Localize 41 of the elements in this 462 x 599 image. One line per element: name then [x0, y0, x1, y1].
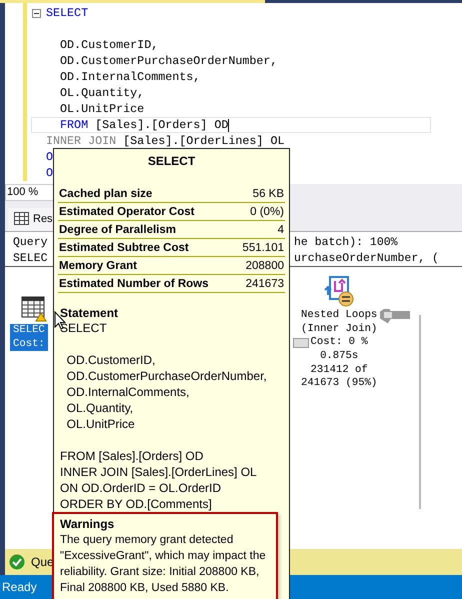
statement-line: OD.CustomerID, [66, 352, 156, 368]
code-line: O [46, 150, 54, 164]
code-line: OD.InternalComments, [59, 70, 200, 84]
property-label: Estimated Number of Rows [59, 278, 209, 290]
property-value: 551.101 [242, 242, 284, 254]
code-line: OD.CustomerPurchaseOrderNumber, [59, 54, 278, 68]
status-text: Ready [2, 580, 37, 594]
statement-line: OL.UnitPrice [66, 416, 136, 432]
property-label: Cached plan size [59, 188, 152, 200]
message-text: Query [13, 236, 49, 249]
property-label: Degree of Parallelism [59, 224, 176, 236]
statement-line: ON OD.OrderID = OL.OrderID [60, 480, 222, 496]
code-line: INNER JOIN [Sales].[OrderLines] OL [46, 134, 284, 148]
code-line: FROM [Sales].[Orders] OD [59, 118, 228, 132]
section-heading: Warnings [60, 516, 116, 532]
code-line: O [46, 166, 54, 180]
statement-line: OD.CustomerPurchaseOrderNumber, [66, 368, 268, 384]
property-value: 208800 [246, 260, 284, 272]
code-line: OL.UnitPrice [59, 102, 144, 116]
statement-line: SELECT [60, 320, 108, 336]
property-value: 0 (0%) [250, 206, 284, 218]
property-label: Estimated Operator Cost [59, 206, 194, 218]
code-line: SELECT [46, 6, 88, 20]
statement-line: OD.InternalComments, [66, 384, 190, 400]
warning-text: The query memory grant detected "ExcessiveGrant", which may impact the reliability. Grant size: Initial 208800 KB, Final 208800 KB, Used 5880 KB. [60, 533, 267, 596]
message-text: SELEC [13, 252, 49, 265]
message-text: urchaseOrderNumber, ( [294, 252, 439, 265]
code-line: OL.Quantity, [59, 86, 144, 100]
section-heading: Statement [60, 306, 120, 320]
property-label: Memory Grant [59, 260, 137, 272]
statement-line: INNER JOIN [Sales].[OrderLines] OL [60, 464, 258, 480]
statement-line: ORDER BY OD.[Comments] [60, 496, 213, 512]
statement-line: FROM [Sales].[Orders] OD [60, 448, 204, 464]
property-label: Estimated Subtree Cost [59, 242, 189, 254]
property-value: 56 KB [252, 188, 284, 200]
statement-line: OL.Quantity, [66, 400, 134, 416]
tooltip-title: SELECT [146, 153, 196, 170]
code-line: OD.CustomerID, [59, 38, 158, 52]
property-value: 241673 [246, 278, 284, 290]
message-text: he batch): 100% [294, 236, 398, 249]
property-value: 4 [278, 224, 284, 236]
